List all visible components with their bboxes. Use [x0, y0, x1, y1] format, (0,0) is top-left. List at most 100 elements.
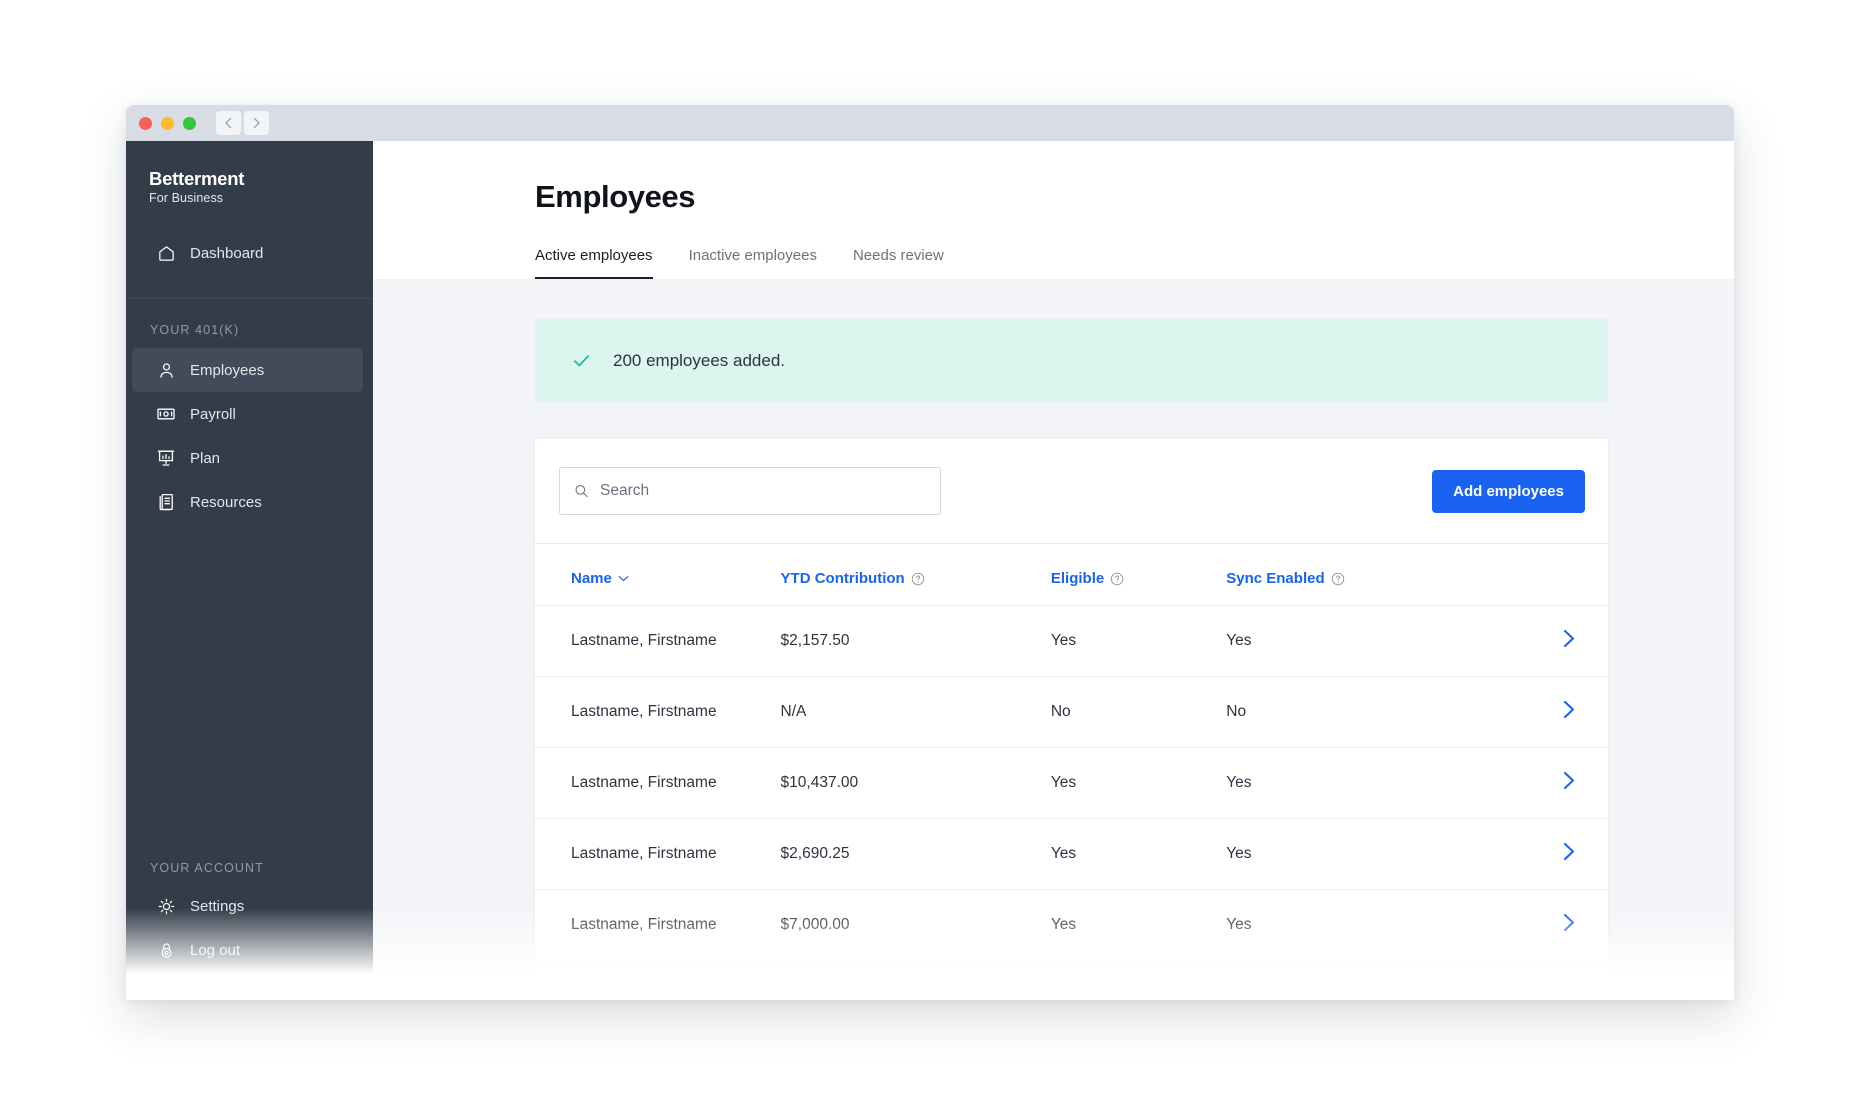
sidebar: Betterment For Business Dashboard YOUR 4… [126, 141, 373, 1000]
sidebar-item-label: Log out [190, 941, 241, 959]
table-row[interactable]: Lastname, Firstname $7,000.00 Yes Yes [535, 889, 1608, 961]
table-row[interactable]: Lastname, Firstname $2,157.50 Yes Yes [535, 605, 1608, 677]
cell-eligible: Yes [1050, 818, 1227, 890]
money-icon [155, 404, 177, 424]
table-head: Name YTD Contribution Eligible Sync Enab… [535, 544, 1608, 606]
success-alert: 200 employees added. [535, 319, 1608, 402]
column-header-eligible[interactable]: Eligible [1050, 544, 1227, 606]
maximize-window-button[interactable] [183, 116, 196, 130]
app-viewport: Betterment For Business Dashboard YOUR 4… [126, 141, 1734, 1000]
chevron-right-icon[interactable] [1563, 629, 1576, 648]
close-window-button[interactable] [139, 116, 152, 130]
help-icon[interactable] [1110, 572, 1124, 586]
tab-needs-review[interactable]: Needs review [853, 247, 944, 279]
sidebar-item-label: Employees [190, 361, 265, 379]
chevron-right-icon[interactable] [1563, 913, 1576, 932]
presentation-icon [155, 448, 177, 468]
column-header-name[interactable]: Name [535, 544, 781, 606]
cell-actions [1484, 747, 1608, 819]
chevron-down-icon [618, 575, 629, 582]
search-field[interactable] [559, 467, 941, 515]
lock-icon [155, 941, 177, 960]
sidebar-section-label: YOUR ACCOUNT [150, 861, 264, 875]
chevron-right-icon[interactable] [1563, 771, 1576, 790]
sidebar-item-label: Settings [190, 897, 245, 915]
sidebar-section-401k: YOUR 401(K) Employees Payroll Plan Resou… [126, 299, 373, 524]
sidebar-item-dashboard[interactable]: Dashboard [132, 231, 363, 275]
cell-eligible: Yes [1050, 605, 1227, 677]
person-icon [155, 361, 177, 380]
alert-message: 200 employees added. [613, 350, 786, 370]
sidebar-item-logout[interactable]: Log out [132, 928, 363, 972]
column-header-ytd-contribution[interactable]: YTD Contribution [780, 544, 1051, 606]
brand-logo[interactable]: Betterment For Business [126, 141, 373, 205]
cell-actions [1484, 960, 1608, 1000]
back-button[interactable] [216, 111, 241, 135]
card-toolbar: Add employees [535, 439, 1608, 544]
cell-ytd: $2,690.25 [780, 818, 1051, 890]
content-inner: 200 employees added. Search Add employee… [535, 319, 1608, 1000]
cell-ytd: $7,000.00 [780, 889, 1051, 961]
minimize-window-button[interactable] [161, 116, 174, 130]
help-icon[interactable] [1331, 572, 1345, 586]
sidebar-section-label: YOUR 401(K) [150, 323, 240, 338]
browser-nav-buttons [216, 111, 269, 135]
cell-name: Lastname, Firstname [535, 818, 781, 890]
sidebar-item-label: Dashboard [190, 244, 264, 262]
cell-sync: Yes [1226, 889, 1485, 961]
page-header: Employees Active employees Inactive empl… [373, 141, 1734, 279]
sidebar-item-payroll[interactable]: Payroll [132, 392, 363, 436]
tab-inactive-employees[interactable]: Inactive employees [689, 247, 817, 279]
sidebar-section-account: YOUR ACCOUNT Settings Log out [126, 861, 373, 1000]
column-label: YTD Contribution [780, 570, 905, 587]
sidebar-item-label: Resources [190, 493, 262, 511]
chevron-right-icon[interactable] [1563, 700, 1576, 719]
cell-name: Lastname, Firstname [535, 676, 781, 748]
table-row[interactable]: Lastname, Firstname $2,690.25 Yes Yes [535, 818, 1608, 890]
content-area: 200 employees added. Search Add employee… [373, 279, 1734, 1000]
cell-name: Lastname, Firstname [535, 747, 781, 819]
cell-eligible: No [1050, 676, 1227, 748]
chevron-right-icon[interactable] [1563, 842, 1576, 861]
documents-icon [155, 492, 177, 512]
cell-sync: Yes [1226, 605, 1485, 677]
cell-eligible: Yes [1050, 889, 1227, 961]
column-label: Eligible [1050, 570, 1105, 587]
search-input[interactable] [560, 468, 940, 514]
cell-name: Lastname, Firstname [535, 605, 781, 677]
tab-bar: Active employees Inactive employees Need… [373, 247, 1734, 279]
column-header-sync-enabled[interactable]: Sync Enabled [1226, 544, 1485, 606]
sidebar-item-plan[interactable]: Plan [132, 436, 363, 480]
forward-button[interactable] [244, 111, 269, 135]
cell-ytd: N/A [780, 676, 1051, 748]
column-header-actions [1484, 544, 1608, 606]
column-label: Sync Enabled [1226, 570, 1325, 587]
gear-icon [155, 897, 177, 916]
cell-ytd: $2,157.50 [780, 605, 1051, 677]
sidebar-item-employees[interactable]: Employees [132, 348, 363, 393]
employees-table: Name YTD Contribution Eligible Sync Enab… [535, 544, 1608, 1000]
table-row[interactable]: Lastname, Firstname N/A Yes Yes [535, 960, 1608, 1000]
add-employees-button[interactable]: Add employees [1432, 469, 1585, 513]
cell-actions [1484, 889, 1608, 961]
main-content: Employees Active employees Inactive empl… [373, 141, 1734, 1000]
table-header-row: Name YTD Contribution Eligible Sync Enab… [535, 544, 1608, 606]
cell-sync: No [1226, 676, 1485, 748]
cell-sync: Yes [1226, 747, 1485, 819]
cell-name: Lastname, Firstname [535, 889, 781, 961]
cell-actions [1484, 676, 1608, 748]
sidebar-item-resources[interactable]: Resources [132, 480, 363, 524]
browser-window: Betterment For Business Dashboard YOUR 4… [126, 105, 1734, 1000]
column-label: Name [571, 570, 612, 587]
table-row[interactable]: Lastname, Firstname $10,437.00 Yes Yes [535, 747, 1608, 819]
chevron-right-icon[interactable] [1563, 984, 1576, 1000]
help-icon[interactable] [911, 572, 925, 586]
cell-actions [1484, 605, 1608, 677]
sidebar-item-label: Plan [190, 449, 221, 467]
page-title: Employees [535, 179, 696, 214]
sidebar-item-settings[interactable]: Settings [132, 884, 363, 928]
cell-eligible: Yes [1050, 960, 1227, 1000]
table-row[interactable]: Lastname, Firstname N/A No No [535, 676, 1608, 748]
tab-active-employees[interactable]: Active employees [535, 247, 653, 279]
